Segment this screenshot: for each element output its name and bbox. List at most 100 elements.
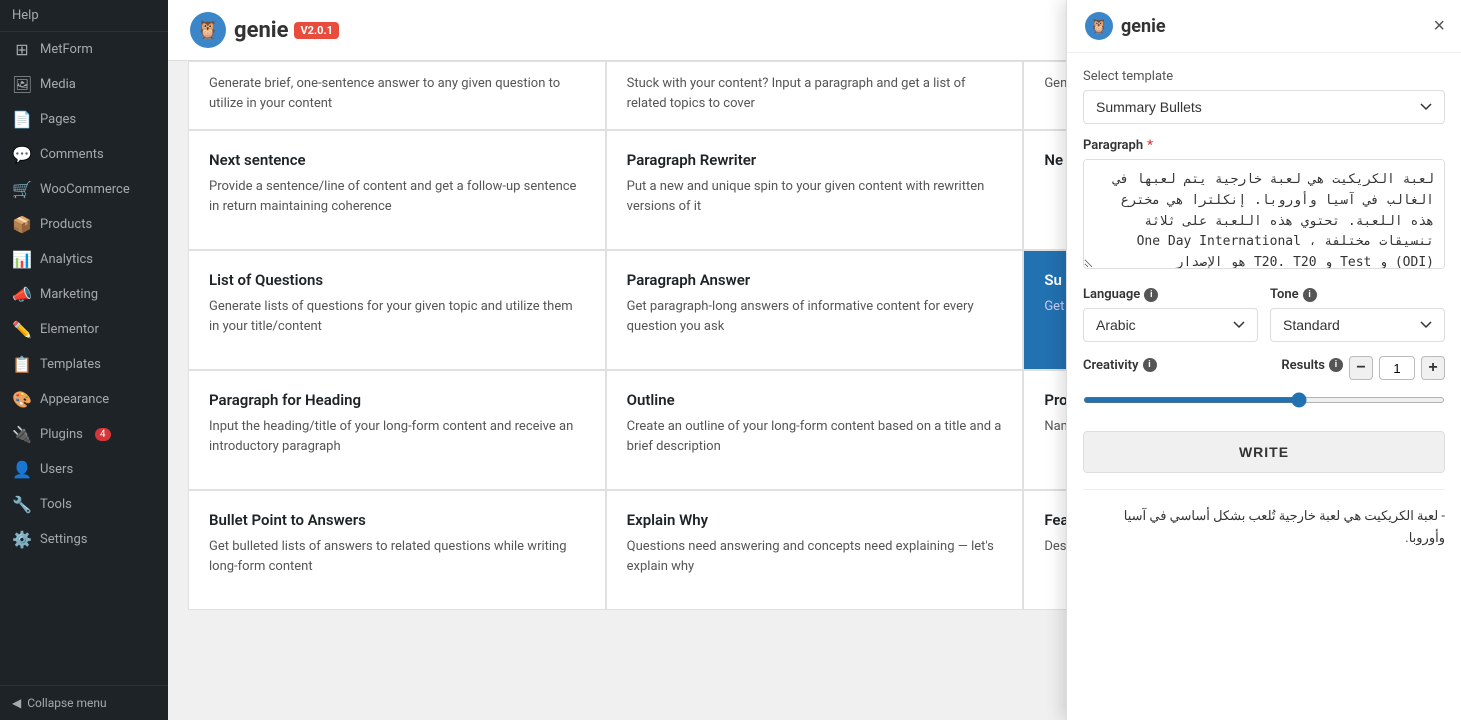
sidebar-item-appearance[interactable]: 🎨 Appearance (0, 382, 168, 417)
results-decrement-button[interactable]: − (1349, 356, 1373, 380)
language-label: Language i (1083, 287, 1258, 302)
sidebar-label-tools: Tools (40, 497, 72, 512)
creativity-info-icon: i (1143, 358, 1157, 372)
sidebar-icon-plugins: 🔌 (12, 425, 32, 444)
card-desc-10: Questions need answering and concepts ne… (627, 537, 1003, 576)
results-label: Results i (1281, 358, 1343, 373)
creativity-label: Creativity i (1083, 358, 1157, 373)
sidebar-icon-users: 👤 (12, 460, 32, 479)
sidebar-label-media: Media (40, 77, 76, 92)
card-desc-6: Input the heading/title of your long-for… (209, 417, 585, 456)
sidebar-icon-analytics: 📊 (12, 250, 32, 269)
card-title-3: List of Questions (209, 271, 585, 289)
sidebar-icon-metform: ⊞ (12, 40, 32, 59)
sidebar-label-pages: Pages (40, 112, 76, 127)
collapse-menu-button[interactable]: ◀ Collapse menu (0, 685, 168, 720)
card-desc-1: Put a new and unique spin to your given … (627, 177, 1003, 216)
sidebar-icon-settings: ⚙️ (12, 530, 32, 549)
card-desc-7: Create an outline of your long-form cont… (627, 417, 1003, 456)
language-info-icon: i (1144, 288, 1158, 302)
template-select[interactable]: Summary Bullets (1083, 90, 1445, 124)
card-7[interactable]: Outline Create an outline of your long-f… (606, 370, 1024, 490)
results-controls: Results i − + (1281, 356, 1445, 380)
results-info-icon: i (1329, 358, 1343, 372)
sidebar-item-templates[interactable]: 📋 Templates (0, 347, 168, 382)
card-desc-3: Generate lists of questions for your giv… (209, 297, 585, 336)
card-6[interactable]: Paragraph for Heading Input the heading/… (188, 370, 606, 490)
sidebar-icon-tools: 🔧 (12, 495, 32, 514)
card-title-10: Explain Why (627, 511, 1003, 529)
partial-card-1-text: Stuck with your content? Input a paragra… (627, 74, 1003, 113)
card-title-1: Paragraph Rewriter (627, 151, 1003, 169)
sidebar-icon-pages: 📄 (12, 110, 32, 129)
sidebar-item-media[interactable]: 🖼 Media (0, 67, 168, 102)
card-desc-4: Get paragraph-long answers of informativ… (627, 297, 1003, 336)
sidebar-label-metform: MetForm (40, 42, 93, 57)
card-3[interactable]: List of Questions Generate lists of ques… (188, 250, 606, 370)
sidebar-item-tools[interactable]: 🔧 Tools (0, 487, 168, 522)
card-title-7: Outline (627, 391, 1003, 409)
panel-owl-icon: 🦉 (1083, 10, 1115, 42)
tone-section: Tone i Standard Formal Casual (1270, 287, 1445, 342)
sidebar-item-analytics[interactable]: 📊 Analytics (0, 242, 168, 277)
sidebar-item-plugins[interactable]: 🔌 Plugins 4 (0, 417, 168, 452)
sidebar-label-woocommerce: WooCommerce (40, 182, 130, 197)
sidebar-label-elementor: Elementor (40, 322, 99, 337)
sidebar-item-woocommerce[interactable]: 🛒 WooCommerce (0, 172, 168, 207)
sidebar-item-metform[interactable]: ⊞ MetForm (0, 32, 168, 67)
card-4[interactable]: Paragraph Answer Get paragraph-long answ… (606, 250, 1024, 370)
card-title-6: Paragraph for Heading (209, 391, 585, 409)
language-select[interactable]: Arabic English French (1083, 308, 1258, 342)
sidebar-help: Help (0, 0, 168, 32)
card-title-0: Next sentence (209, 151, 585, 169)
sidebar-label-appearance: Appearance (40, 392, 109, 407)
creativity-slider[interactable] (1083, 397, 1445, 403)
creativity-results-row: Creativity i Results i − + (1083, 356, 1445, 407)
sidebar-label-users: Users (40, 462, 73, 477)
card-10[interactable]: Explain Why Questions need answering and… (606, 490, 1024, 610)
results-input[interactable] (1379, 356, 1415, 380)
sidebar-label-marketing: Marketing (40, 287, 98, 302)
close-button[interactable]: × (1433, 16, 1445, 36)
tone-select[interactable]: Standard Formal Casual (1270, 308, 1445, 342)
panel-genie-text: genie (1121, 16, 1166, 37)
sidebar-item-elementor[interactable]: ✏️ Elementor (0, 312, 168, 347)
genie-logo-text: genie (234, 18, 288, 43)
sidebar-label-templates: Templates (40, 357, 101, 372)
results-increment-button[interactable]: + (1421, 356, 1445, 380)
sidebar: Help ⊞ MetForm 🖼 Media 📄 Pages 💬 Comment… (0, 0, 168, 720)
sidebar-item-products[interactable]: 📦 Products (0, 207, 168, 242)
card-0[interactable]: Next sentence Provide a sentence/line of… (188, 130, 606, 250)
output-section: - لعبة الكريكيت هي لعبة خارجية تُلعب بشك… (1083, 489, 1445, 550)
partial-card-1: Stuck with your content? Input a paragra… (606, 61, 1024, 130)
write-button[interactable]: WRITE (1083, 431, 1445, 473)
sidebar-icon-elementor: ✏️ (12, 320, 32, 339)
sidebar-label-comments: Comments (40, 147, 104, 162)
sidebar-item-users[interactable]: 👤 Users (0, 452, 168, 487)
sidebar-icon-marketing: 📣 (12, 285, 32, 304)
output-text: - لعبة الكريكيت هي لعبة خارجية تُلعب بشك… (1083, 506, 1445, 550)
sidebar-label-products: Products (40, 217, 92, 232)
paragraph-textarea[interactable] (1083, 159, 1445, 269)
sidebar-item-pages[interactable]: 📄 Pages (0, 102, 168, 137)
sidebar-item-settings[interactable]: ⚙️ Settings (0, 522, 168, 557)
panel-genie-logo: 🦉 genie (1083, 10, 1166, 42)
card-1[interactable]: Paragraph Rewriter Put a new and unique … (606, 130, 1024, 250)
sidebar-item-marketing[interactable]: 📣 Marketing (0, 277, 168, 312)
sidebar-icon-templates: 📋 (12, 355, 32, 374)
card-desc-0: Provide a sentence/line of content and g… (209, 177, 585, 216)
language-tone-row: Language i Arabic English French Tone i … (1083, 287, 1445, 342)
panel-overlay: 🦉 genie × Select template Summary Bullet… (1066, 0, 1461, 720)
sidebar-icon-products: 📦 (12, 215, 32, 234)
select-template-label: Select template (1083, 69, 1445, 84)
sidebar-item-comments[interactable]: 💬 Comments (0, 137, 168, 172)
card-desc-9: Get bulleted lists of answers to related… (209, 537, 585, 576)
creativity-results-header: Creativity i Results i − + (1083, 356, 1445, 380)
sidebar-label-settings: Settings (40, 532, 87, 547)
language-section: Language i Arabic English French (1083, 287, 1258, 342)
sidebar-icon-woocommerce: 🛒 (12, 180, 32, 199)
card-9[interactable]: Bullet Point to Answers Get bulleted lis… (188, 490, 606, 610)
sidebar-badge-plugins: 4 (95, 428, 111, 441)
partial-card-0: Generate brief, one-sentence answer to a… (188, 61, 606, 130)
sidebar-icon-comments: 💬 (12, 145, 32, 164)
